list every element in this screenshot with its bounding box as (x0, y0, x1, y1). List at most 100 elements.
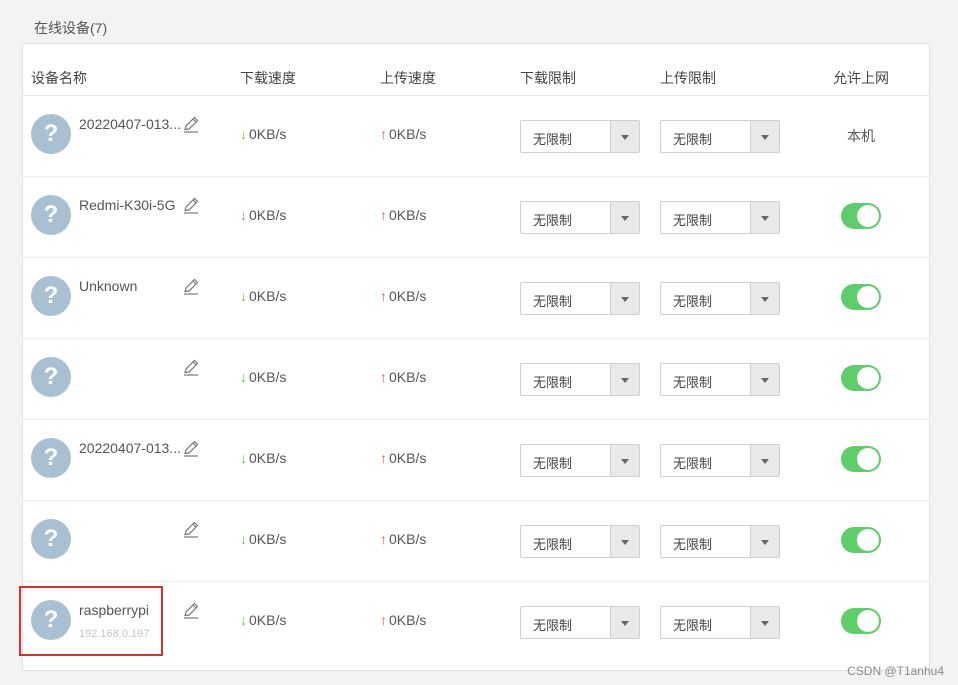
section-title: 在线设备(7) (34, 20, 108, 36)
allow-internet-toggle[interactable] (841, 527, 881, 553)
upload-limit-select[interactable]: 无限制 (660, 525, 780, 558)
table-row: ? 20220407-013... ↓ 0KB/s ↑ 0KB/s 无限制 无限制 (23, 420, 929, 501)
download-limit-select[interactable]: 无限制 (520, 282, 640, 315)
toggle-knob (857, 529, 879, 551)
pencil-edit-icon[interactable] (181, 114, 201, 134)
chevron-down-icon[interactable] (610, 202, 639, 233)
allow-internet-toggle[interactable] (841, 446, 881, 472)
download-limit-select[interactable]: 无限制 (520, 444, 640, 477)
device-name: Redmi-K30i-5G (79, 197, 176, 213)
upload-limit-value: 无限制 (673, 132, 713, 147)
chevron-down-icon[interactable] (610, 283, 639, 314)
upload-limit-select[interactable]: 无限制 (660, 363, 780, 396)
download-speed: ↓ 0KB/s (240, 450, 286, 466)
header-device-name: 设备名称 (31, 70, 87, 86)
upload-limit-select[interactable]: 无限制 (660, 282, 780, 315)
chevron-down-icon[interactable] (750, 445, 779, 476)
download-speed: ↓ 0KB/s (240, 288, 286, 304)
upload-limit-value: 无限制 (673, 213, 713, 228)
upload-limit-value: 无限制 (673, 456, 713, 471)
table-row: ? ↓ 0KB/s ↑ 0KB/s 无限制 无限制 (23, 339, 929, 420)
upload-limit-select[interactable]: 无限制 (660, 606, 780, 639)
chevron-down-icon[interactable] (610, 121, 639, 152)
device-avatar: ? (31, 357, 71, 397)
chevron-down-icon[interactable] (750, 283, 779, 314)
upload-speed: ↑ 0KB/s (380, 288, 426, 304)
device-ip: 192.168.0.197 (79, 628, 150, 640)
table-header: 设备名称 下载速度 上传速度 下载限制 上传限制 允许上网 (23, 44, 929, 96)
device-table: 设备名称 下载速度 上传速度 下载限制 上传限制 允许上网 ? 20220407… (19, 43, 930, 671)
device-name: Unknown (79, 278, 138, 294)
allow-internet-toggle[interactable] (841, 365, 881, 391)
upload-limit-value: 无限制 (673, 618, 713, 633)
device-name: raspberrypi (79, 602, 150, 618)
pencil-edit-icon[interactable] (181, 276, 201, 296)
upload-speed-value: 0KB/s (389, 612, 427, 628)
toggle-knob (857, 286, 879, 308)
download-limit-select[interactable]: 无限制 (520, 606, 640, 639)
pencil-edit-icon[interactable] (181, 357, 201, 377)
arrow-up-icon: ↑ (380, 369, 387, 385)
chevron-down-icon[interactable] (610, 607, 639, 638)
arrow-up-icon: ↑ (380, 207, 387, 223)
pencil-edit-icon[interactable] (181, 519, 201, 539)
arrow-down-icon: ↓ (240, 612, 247, 628)
upload-speed-value: 0KB/s (389, 288, 427, 304)
chevron-down-icon[interactable] (750, 607, 779, 638)
download-limit-value: 无限制 (533, 132, 573, 147)
allow-internet-toggle[interactable] (841, 284, 881, 310)
arrow-up-icon: ↑ (380, 126, 387, 142)
chevron-down-icon[interactable] (610, 445, 639, 476)
toggle-knob (857, 205, 879, 227)
device-avatar: ? (31, 195, 71, 235)
chevron-down-icon[interactable] (750, 202, 779, 233)
header-down-limit: 下载限制 (520, 70, 576, 86)
device-avatar: ? (31, 438, 71, 478)
local-device-label: 本机 (847, 128, 875, 144)
download-limit-select[interactable]: 无限制 (520, 120, 640, 153)
header-allow-internet: 允许上网 (833, 70, 889, 86)
table-row: ? Redmi-K30i-5G ↓ 0KB/s ↑ 0KB/s 无限制 无限制 (23, 177, 929, 258)
arrow-down-icon: ↓ (240, 531, 247, 547)
download-limit-value: 无限制 (533, 375, 573, 390)
pencil-edit-icon[interactable] (181, 600, 201, 620)
arrow-down-icon: ↓ (240, 288, 247, 304)
chevron-down-icon[interactable] (750, 526, 779, 557)
chevron-down-icon[interactable] (610, 364, 639, 395)
device-avatar: ? (31, 276, 71, 316)
watermark: CSDN @T1anhu4 (847, 664, 944, 678)
device-name: 20220407-013... (79, 440, 181, 456)
device-avatar: ? (31, 600, 71, 640)
upload-speed: ↑ 0KB/s (380, 207, 426, 223)
table-row: ? 20220407-013... ↓ 0KB/s ↑ 0KB/s 无限制 无限制 … (23, 96, 929, 177)
download-speed: ↓ 0KB/s (240, 531, 286, 547)
upload-speed-value: 0KB/s (389, 450, 427, 466)
chevron-down-icon[interactable] (750, 364, 779, 395)
download-limit-value: 无限制 (533, 618, 573, 633)
upload-limit-select[interactable]: 无限制 (660, 120, 780, 153)
chevron-down-icon[interactable] (750, 121, 779, 152)
toggle-knob (857, 448, 879, 470)
download-speed-value: 0KB/s (249, 369, 287, 385)
download-limit-select[interactable]: 无限制 (520, 363, 640, 396)
allow-internet-toggle[interactable] (841, 608, 881, 634)
table-row: ? raspberrypi 192.168.0.197 ↓ 0KB/s ↑ 0KB/… (19, 582, 929, 663)
download-limit-value: 无限制 (533, 456, 573, 471)
upload-speed: ↑ 0KB/s (380, 450, 426, 466)
chevron-down-icon[interactable] (610, 526, 639, 557)
download-limit-select[interactable]: 无限制 (520, 201, 640, 234)
device-avatar: ? (31, 519, 71, 559)
toggle-knob (857, 367, 879, 389)
upload-speed: ↑ 0KB/s (380, 369, 426, 385)
arrow-up-icon: ↑ (380, 450, 387, 466)
toggle-knob (857, 610, 879, 632)
arrow-down-icon: ↓ (240, 126, 247, 142)
download-speed: ↓ 0KB/s (240, 126, 286, 142)
pencil-edit-icon[interactable] (181, 438, 201, 458)
download-limit-select[interactable]: 无限制 (520, 525, 640, 558)
upload-limit-select[interactable]: 无限制 (660, 201, 780, 234)
pencil-edit-icon[interactable] (181, 195, 201, 215)
allow-internet-toggle[interactable] (841, 203, 881, 229)
upload-limit-select[interactable]: 无限制 (660, 444, 780, 477)
download-limit-value: 无限制 (533, 213, 573, 228)
